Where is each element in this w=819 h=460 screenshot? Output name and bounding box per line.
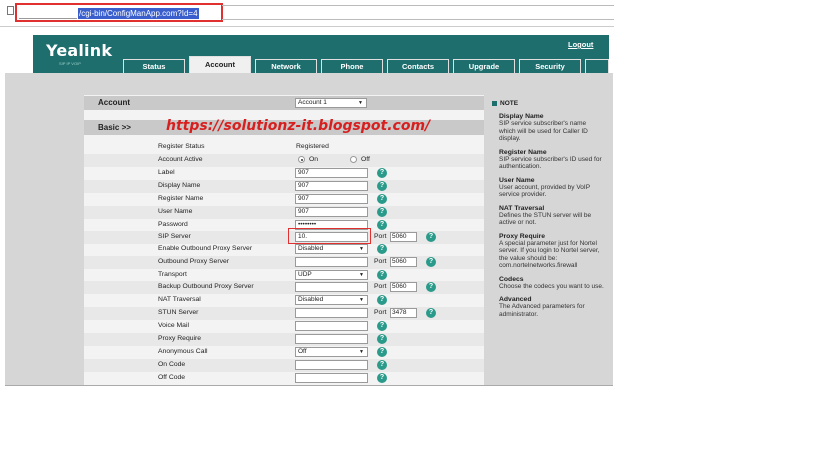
chevron-down-icon: ▼ [358,100,363,106]
form-row-register-name: Register Name 907 ? [84,193,484,206]
help-icon[interactable]: ? [426,257,436,267]
brand-logo: Yealink [46,41,113,60]
stun-server-port-input[interactable]: 3478 [390,308,417,318]
help-icon[interactable]: ? [377,373,387,383]
stun-server-input[interactable] [295,308,368,318]
tab-overflow [585,59,609,73]
help-icon[interactable]: ? [377,295,387,305]
tab-account[interactable]: Account [189,56,251,73]
help-icon[interactable]: ? [426,282,436,292]
chevron-down-icon: ▼ [359,246,364,252]
help-icon[interactable]: ? [377,360,387,370]
register-name-input[interactable]: 907 [295,194,368,204]
form-row-proxy-require: Proxy Require ? [84,333,484,346]
form-row-register-status: Register Status Registered [158,143,329,150]
form-row-voice-mail: Voice Mail ? [84,320,484,333]
sip-server-port-input[interactable]: 5060 [390,232,417,242]
account-active-on-radio[interactable] [298,156,305,163]
address-highlight-box [15,3,223,22]
help-icon[interactable]: ? [377,244,387,254]
form-row-account-active: Account Active On Off [84,154,484,167]
chevron-down-icon: ▼ [359,349,364,355]
chevron-down-icon: ▼ [359,272,364,278]
note-heading: Proxy Require [499,232,546,240]
form-row-nat-traversal: NAT Traversal Disabled ▼ ? [84,294,484,307]
nat-traversal-select[interactable]: Disabled ▼ [295,295,368,305]
account-section-header: Account Account 1 ▼ [84,96,484,110]
tab-security[interactable]: Security [519,59,581,73]
transport-select[interactable]: UDP ▼ [295,270,368,280]
form-row-label: Label 907 ? [84,167,484,180]
register-status-value: Registered [296,143,329,150]
logout-link[interactable]: Logout [568,40,593,49]
form-row-outbound-proxy: Outbound Proxy Server Port 5060 ? [84,256,484,269]
tab-status[interactable]: Status [123,59,185,73]
note-panel: NOTE Display Name SIP service subscriber… [492,100,604,318]
note-heading: NAT Traversal [499,204,545,212]
note-text: Choose the codecs you want to use. [499,282,604,290]
on-code-input[interactable] [295,360,368,370]
backup-outbound-proxy-input[interactable] [295,282,368,292]
note-text: A special parameter just for Nortel serv… [499,239,600,270]
help-icon[interactable]: ? [377,181,387,191]
help-icon[interactable]: ? [377,334,387,344]
tab-phone[interactable]: Phone [321,59,383,73]
form-row-display-name: Display Name 907 ? [84,180,484,193]
voice-mail-input[interactable] [295,321,368,331]
note-heading: Register Name [499,148,547,156]
display-name-input[interactable]: 907 [295,181,368,191]
form-row-off-code: Off Code ? [84,372,484,385]
form-row-anonymous-call: Anonymous Call Off ▼ ? [84,346,484,359]
help-icon[interactable]: ? [377,168,387,178]
chevron-down-icon: ▼ [359,297,364,303]
outbound-proxy-input[interactable] [295,257,368,267]
note-text: The Advanced parameters for administrato… [499,303,585,318]
account-section-label: Account [98,98,130,107]
help-icon[interactable]: ? [377,321,387,331]
account-active-off-radio[interactable] [350,156,357,163]
help-icon[interactable]: ? [426,308,436,318]
note-heading: Codecs [499,275,524,283]
brand-subtitle: SIP IP VOIP [59,61,81,66]
note-icon [492,101,497,106]
note-title: NOTE [492,100,604,107]
basic-toggle-label: Basic >> [98,123,131,132]
help-icon[interactable]: ? [377,270,387,280]
form-row-user-name: User Name 907 ? [84,206,484,219]
form-row-stun-server: STUN Server Port 3478 ? [84,307,484,320]
address-bar: /cgi-bin/ConfigManApp.com?Id=4 [0,0,614,22]
page-icon [7,6,14,15]
tab-network[interactable]: Network [255,59,317,73]
backup-outbound-proxy-port-input[interactable]: 5060 [390,282,417,292]
off-code-input[interactable] [295,373,368,383]
note-text: Defines the STUN server will be active o… [499,211,592,227]
anonymous-call-select[interactable]: Off ▼ [295,347,368,357]
enable-outbound-proxy-select[interactable]: Disabled ▼ [295,244,368,254]
note-heading: User Name [499,176,535,184]
help-icon[interactable]: ? [377,220,387,230]
form-row-backup-outbound-proxy: Backup Outbound Proxy Server Port 5060 ? [84,281,484,294]
help-icon[interactable]: ? [377,194,387,204]
label-input[interactable]: 907 [295,168,368,178]
note-heading: Advanced [499,296,532,303]
help-icon[interactable]: ? [377,347,387,357]
note-text: SIP service subscriber's ID used for aut… [499,155,602,171]
app-header: Yealink SIP IP VOIP Logout Status Accoun… [33,35,609,73]
tab-upgrade[interactable]: Upgrade [453,59,515,73]
user-name-input[interactable]: 907 [295,207,368,217]
watermark-url: https://solutionz-it.blogspot.com/ [166,118,431,134]
proxy-require-input[interactable] [295,334,368,344]
form-row-on-code: On Code ? [84,359,484,372]
account-select[interactable]: Account 1 ▼ [295,98,367,108]
sip-server-highlight-box [288,228,371,244]
note-heading: Display Name [499,113,544,120]
note-text: SIP service subscriber's name which will… [499,120,588,142]
help-icon[interactable]: ? [377,207,387,217]
help-icon[interactable]: ? [426,232,436,242]
tab-contacts[interactable]: Contacts [387,59,449,73]
note-text: User account, provided by VoIP service p… [499,183,590,199]
form-row-enable-outbound-proxy: Enable Outbound Proxy Server Disabled ▼ ? [84,243,484,256]
outbound-proxy-port-input[interactable]: 5060 [390,257,417,267]
